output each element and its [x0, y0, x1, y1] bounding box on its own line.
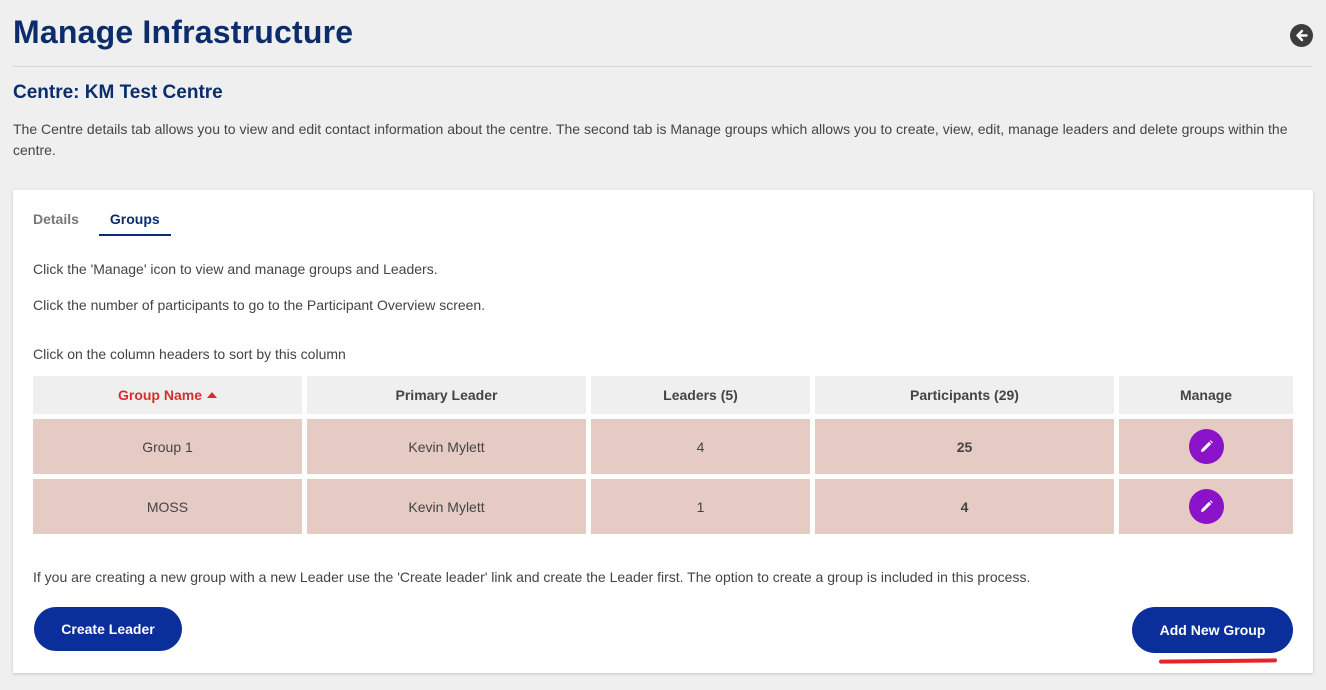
tab-groups[interactable]: Groups — [98, 210, 171, 236]
groups-table: Group Name Primary Leader Leaders (5) Pa… — [28, 371, 1298, 539]
manage-cell — [1119, 419, 1293, 474]
group-name-cell: Group 1 — [33, 419, 302, 474]
manage-group-button[interactable] — [1188, 489, 1224, 524]
participants-count-link[interactable]: 4 — [961, 499, 969, 515]
group-name-cell: MOSS — [33, 479, 302, 534]
centre-intro-text: The Centre details tab allows you to vie… — [13, 121, 1288, 158]
title-divider — [13, 66, 1313, 67]
leaders-count-cell: 4 — [591, 419, 810, 474]
groups-panel: Details Groups Click the 'Manage' icon t… — [13, 190, 1313, 673]
table-row: MOSS Kevin Mylett 1 4 — [33, 479, 1293, 534]
participants-instruction: Click the number of participants to go t… — [33, 297, 486, 313]
manage-group-button[interactable] — [1188, 429, 1224, 464]
red-underline-annotation — [1158, 658, 1278, 664]
column-header-group-name[interactable]: Group Name — [33, 376, 302, 414]
participants-cell: 4 — [815, 479, 1114, 534]
leaders-count-cell: 1 — [591, 479, 810, 534]
primary-leader-cell: Kevin Mylett — [307, 479, 586, 534]
primary-leader-cell: Kevin Mylett — [307, 419, 586, 474]
create-leader-note: If you are creating a new group with a n… — [33, 569, 1031, 585]
column-header-label: Group Name — [117, 387, 202, 403]
sort-instruction: Click on the column headers to sort by t… — [33, 346, 346, 362]
table-row: Group 1 Kevin Mylett 4 25 — [33, 419, 1293, 474]
column-header-primary-leader[interactable]: Primary Leader — [307, 376, 586, 414]
manage-instruction: Click the 'Manage' icon to view and mana… — [33, 261, 438, 277]
centre-heading: Centre: KM Test Centre — [13, 82, 223, 103]
participants-cell: 25 — [815, 419, 1114, 474]
participants-count-link[interactable]: 25 — [957, 439, 973, 455]
column-header-manage: Manage — [1119, 376, 1293, 414]
add-new-group-button[interactable]: Add New Group — [1132, 607, 1293, 653]
page-title: Manage Infrastructure — [13, 14, 354, 50]
tab-bar: Details Groups — [33, 210, 171, 236]
arrow-left-circle-icon — [1296, 29, 1308, 42]
column-header-leaders[interactable]: Leaders (5) — [591, 376, 810, 414]
pencil-edit-icon — [1200, 500, 1213, 512]
manage-cell — [1119, 479, 1293, 534]
table-header-row: Group Name Primary Leader Leaders (5) Pa… — [33, 376, 1293, 414]
back-button[interactable] — [1290, 24, 1313, 47]
create-leader-button[interactable]: Create Leader — [34, 607, 182, 651]
tab-details[interactable]: Details — [33, 210, 79, 236]
pencil-edit-icon — [1200, 440, 1213, 452]
sort-ascending-icon — [207, 392, 217, 398]
column-header-participants[interactable]: Participants (29) — [815, 376, 1114, 414]
